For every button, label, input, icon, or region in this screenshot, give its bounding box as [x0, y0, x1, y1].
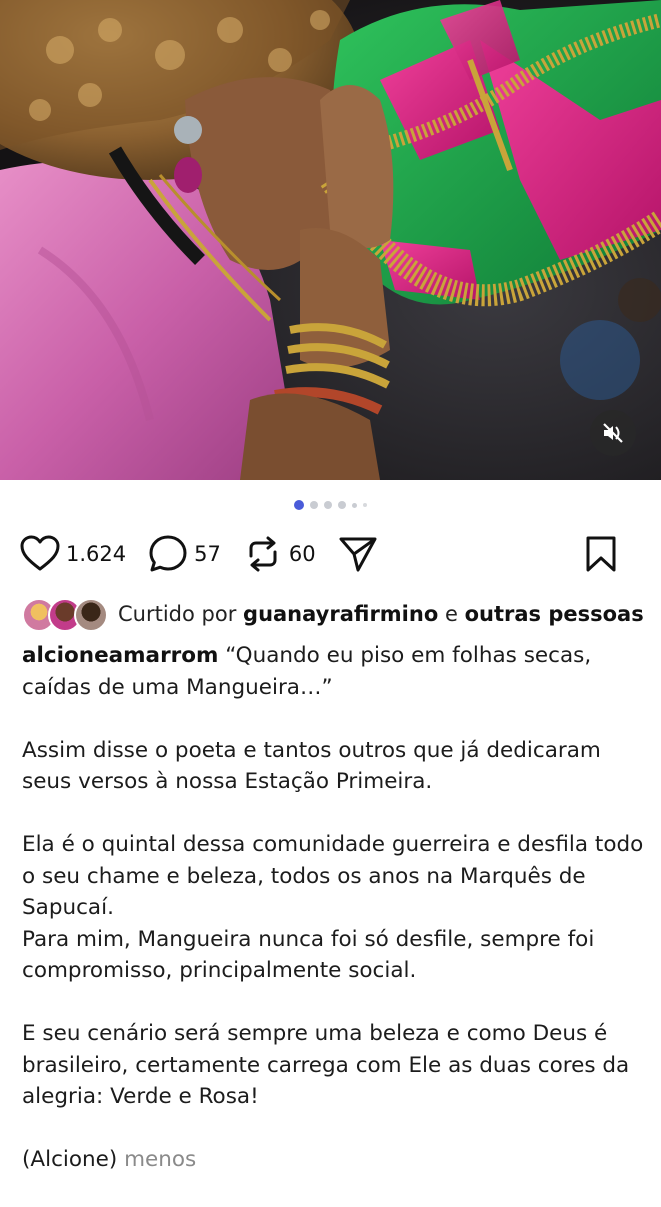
repost-count: 60 [288, 542, 316, 566]
liked-by-avatars [22, 598, 108, 632]
carousel-dot [324, 501, 332, 509]
caption-text: Ela é o quintal dessa comunidade guerrei… [22, 832, 644, 920]
send-icon [338, 534, 378, 574]
like-button[interactable]: 1.624 [20, 535, 126, 573]
like-count: 1.624 [66, 542, 127, 566]
caption-paragraph: Ela é o quintal dessa comunidade guerrei… [22, 829, 647, 987]
comment-button[interactable]: 57 [148, 534, 221, 574]
repost-button[interactable]: 60 [243, 534, 316, 574]
save-button[interactable] [585, 535, 617, 573]
photo-illustration [0, 0, 661, 480]
post-caption: alcioneamarrom “Quando eu piso em folhas… [22, 640, 647, 1207]
heart-icon [20, 535, 60, 573]
caption-paragraph: E seu cenário será sempre uma beleza e c… [22, 1021, 630, 1109]
liked-by-connector: e [444, 602, 458, 626]
carousel-dot [310, 501, 318, 509]
carousel-dot [338, 501, 346, 509]
carousel-dot [352, 502, 357, 508]
carousel-dot [363, 503, 367, 507]
carousel-indicator [0, 500, 661, 510]
liked-by-prefix: Curtido por [118, 602, 237, 626]
comment-count: 57 [194, 542, 221, 566]
post-photo[interactable] [0, 0, 661, 480]
carousel-dot-active [294, 500, 304, 510]
mute-button[interactable] [590, 410, 636, 456]
caption-paragraph: alcioneamarrom “Quando eu piso em folhas… [22, 640, 647, 703]
speaker-muted-icon [601, 421, 625, 445]
caption-text: Para mim, Mangueira nunca foi só desfile… [22, 926, 595, 984]
avatar [74, 598, 108, 632]
less-link[interactable]: menos [124, 1147, 196, 1172]
bookmark-icon [585, 535, 617, 573]
repost-icon [243, 534, 283, 574]
liked-by-others[interactable]: outras pessoas [465, 602, 644, 626]
liked-by-row[interactable]: Curtido por guanayrafirmino e outras pes… [22, 598, 651, 632]
liked-by-username[interactable]: guanayrafirmino [243, 602, 438, 626]
caption-paragraph: (Alcione) menos [22, 1144, 647, 1176]
comment-bubble-icon [148, 534, 188, 574]
action-bar: 1.624 57 60 [20, 532, 639, 576]
caption-paragraph: Assim disse o poeta e tantos outros que … [22, 737, 601, 795]
caption-signature: (Alcione) [22, 1147, 118, 1172]
caption-username[interactable]: alcioneamarrom [22, 643, 218, 668]
share-button[interactable] [338, 534, 378, 574]
